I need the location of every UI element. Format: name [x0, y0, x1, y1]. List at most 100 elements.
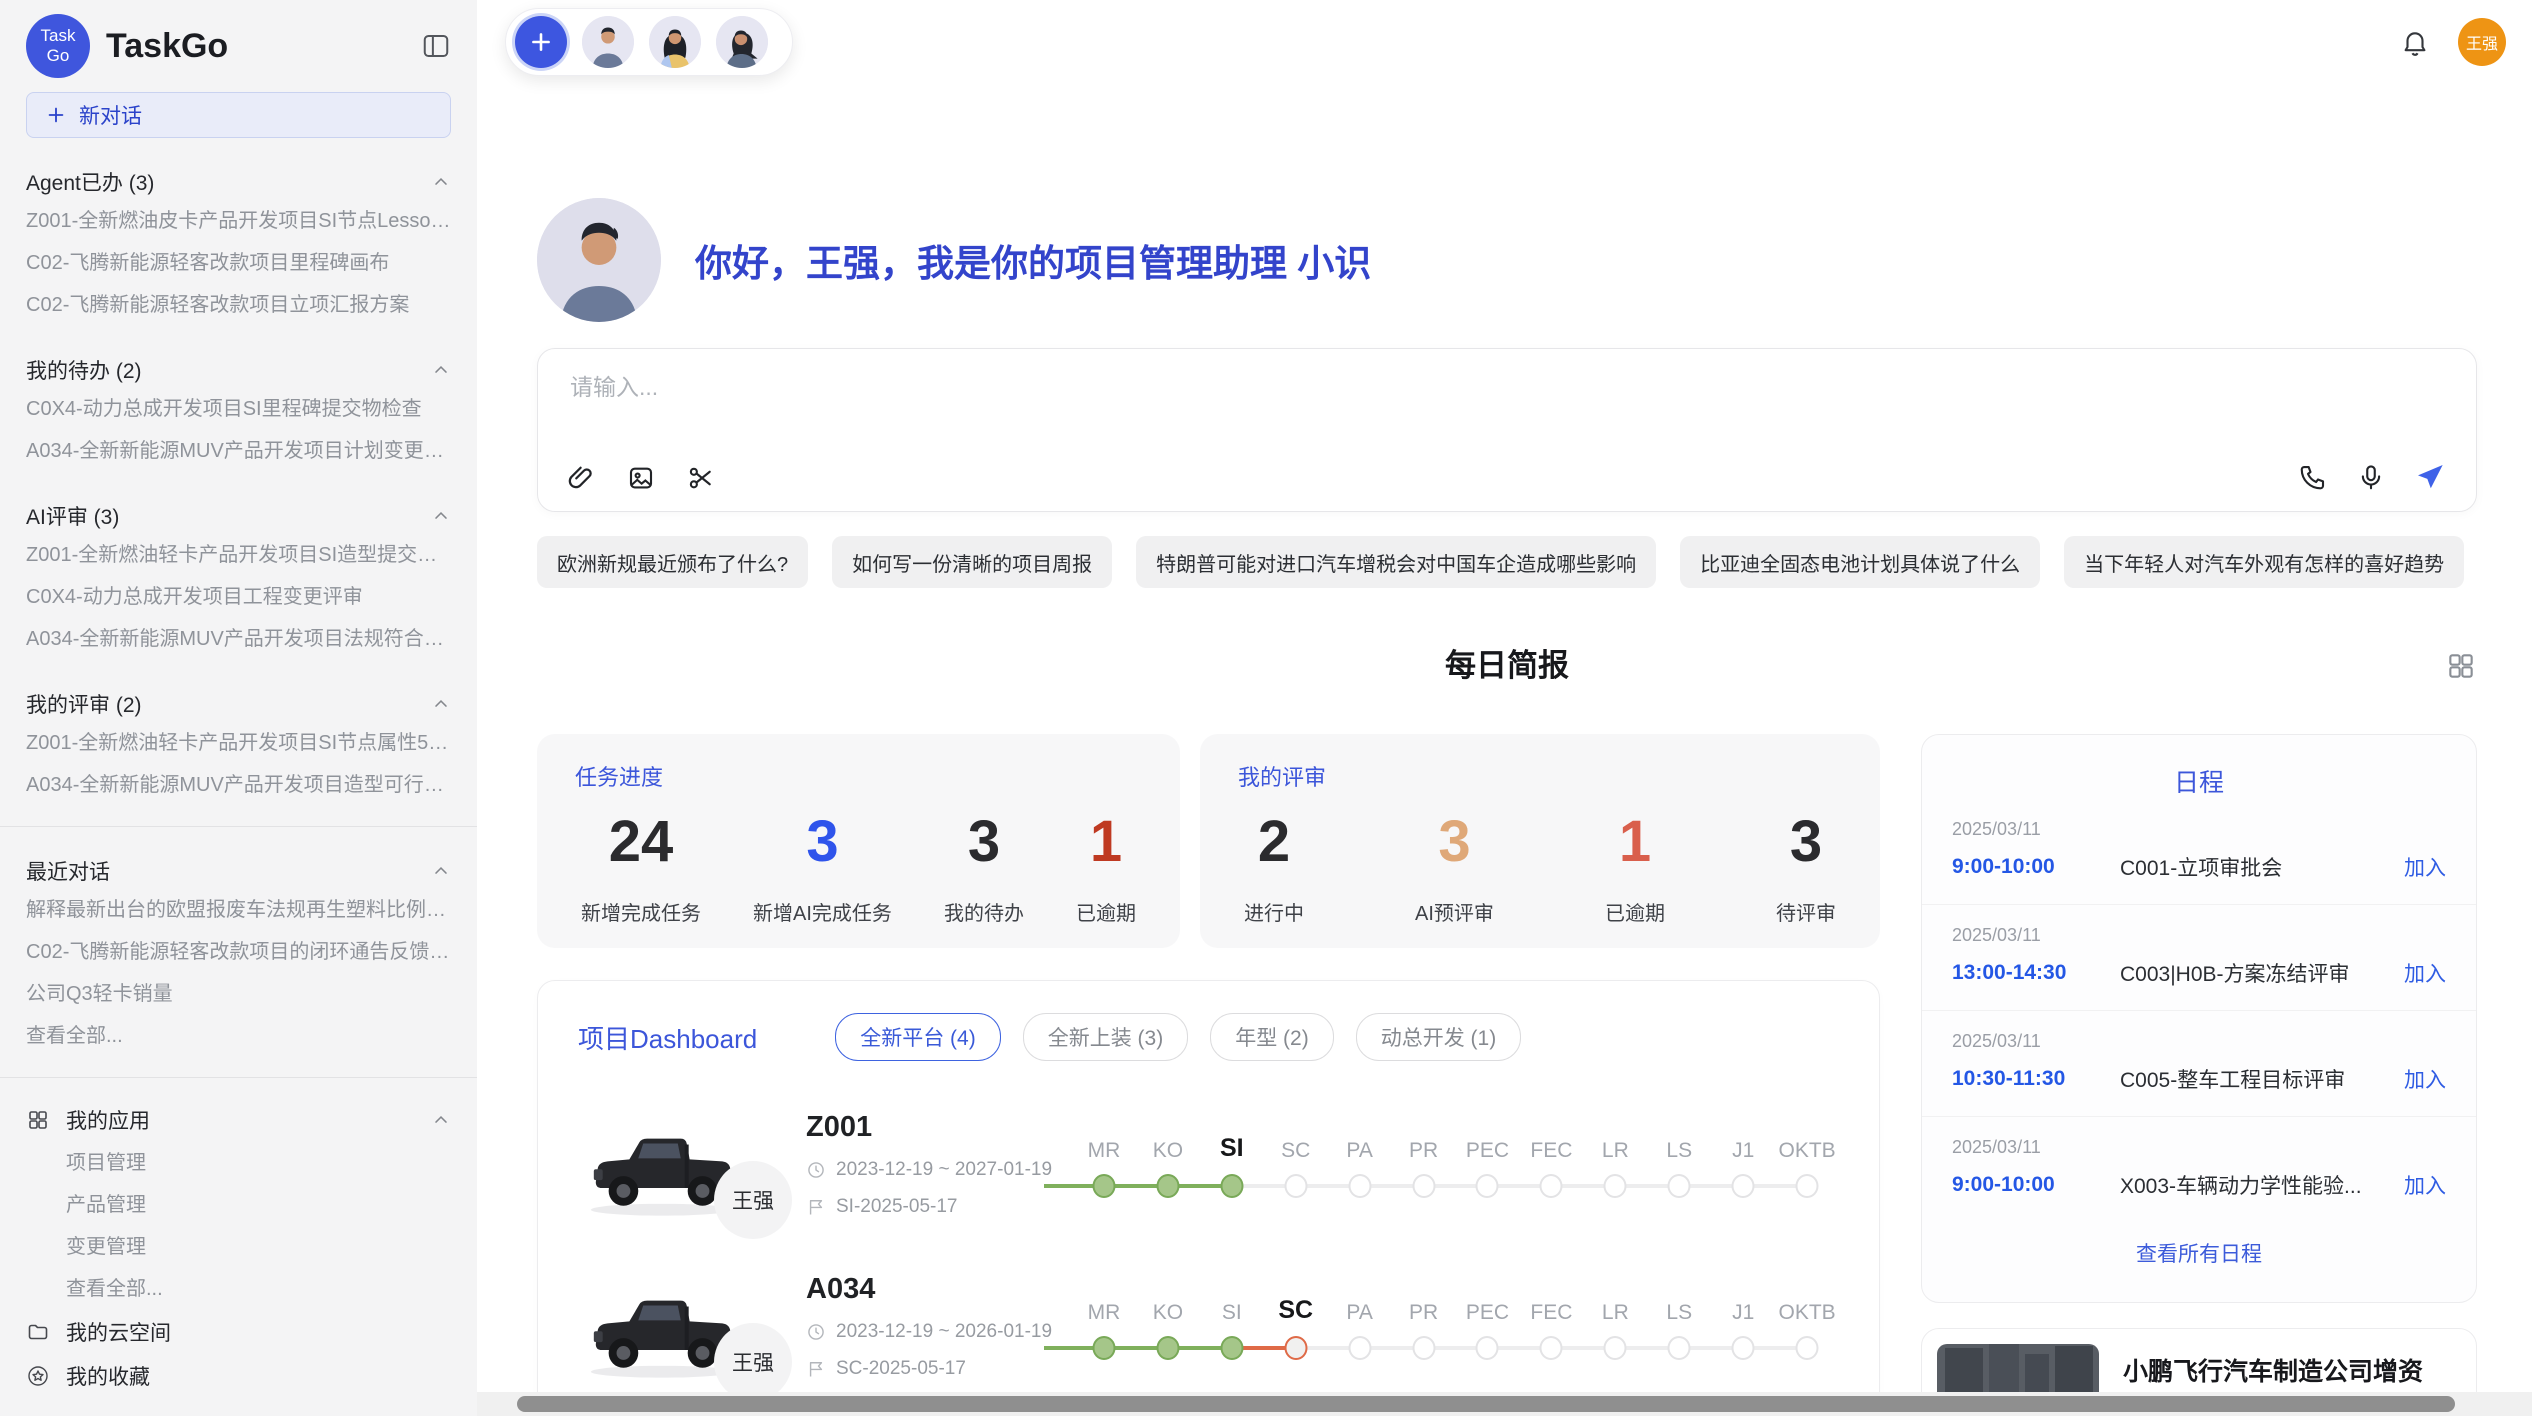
- milestone-step[interactable]: PA: [1328, 1287, 1392, 1365]
- notification-bell-icon[interactable]: [2400, 27, 2430, 57]
- image-upload-icon[interactable]: [626, 463, 656, 493]
- member-avatar-1[interactable]: [582, 16, 634, 68]
- milestone-label: PEC: [1466, 1287, 1509, 1325]
- sidebar-item[interactable]: Z001-全新燃油轻卡产品开发项目SI造型提交物评审: [26, 534, 451, 576]
- recent-chats-title: 最近对话: [26, 856, 110, 886]
- milestone-step[interactable]: J1: [1711, 1287, 1775, 1365]
- sidebar-item[interactable]: Z001-全新燃油轻卡产品开发项目SI节点属性5D文件评审: [26, 722, 451, 764]
- sidebar-item[interactable]: C02-飞腾新能源轻客改款项目立项汇报方案: [26, 284, 451, 326]
- dashboard-filter-chip[interactable]: 动总开发 (1): [1356, 1013, 1522, 1061]
- milestone-step[interactable]: KO: [1136, 1287, 1200, 1365]
- milestone-step[interactable]: PR: [1392, 1125, 1456, 1203]
- sidebar-item-folder[interactable]: 我的云空间: [26, 1310, 451, 1354]
- new-chat-button[interactable]: 新对话: [26, 92, 451, 138]
- sidebar-item[interactable]: A034-全新新能源MUV产品开发项目计划变更表编写: [26, 430, 451, 472]
- schedule-item: 2025/03/1113:00-14:30C003|H0B-方案冻结评审加入: [1922, 905, 2476, 1011]
- milestone-dot: [1156, 1336, 1179, 1360]
- app-sub-item[interactable]: 变更管理: [26, 1226, 451, 1268]
- team-avatar-pill: [505, 8, 793, 76]
- suggestion-chip[interactable]: 欧洲新规最近颁布了什么?: [537, 536, 808, 588]
- milestone-step[interactable]: SI: [1200, 1287, 1264, 1365]
- sidebar-section-header[interactable]: AI评审 (3): [26, 498, 451, 534]
- milestone-step[interactable]: OKTB: [1775, 1125, 1839, 1203]
- chevron-up-icon[interactable]: [431, 172, 451, 192]
- milestone-step[interactable]: SC: [1264, 1287, 1328, 1365]
- milestone-step[interactable]: LS: [1647, 1287, 1711, 1365]
- member-avatar-2[interactable]: [649, 16, 701, 68]
- chevron-up-icon[interactable]: [431, 506, 451, 526]
- dashboard-filter-chip[interactable]: 年型 (2): [1210, 1013, 1334, 1061]
- app-sub-item[interactable]: 项目管理: [26, 1142, 451, 1184]
- milestone-step[interactable]: SC: [1264, 1125, 1328, 1203]
- milestone-step[interactable]: SI: [1200, 1125, 1264, 1203]
- scrollbar-thumb[interactable]: [517, 1396, 2455, 1412]
- layout-grid-icon[interactable]: [2445, 650, 2477, 682]
- milestone-step[interactable]: PA: [1328, 1125, 1392, 1203]
- sidebar-section-header[interactable]: 我的待办 (2): [26, 352, 451, 388]
- milestone-step[interactable]: LS: [1647, 1125, 1711, 1203]
- milestone-step[interactable]: J1: [1711, 1125, 1775, 1203]
- suggestion-chip[interactable]: 当下年轻人对汽车外观有怎样的喜好趋势: [2064, 536, 2464, 588]
- microphone-icon[interactable]: [2356, 462, 2386, 492]
- dashboard-filter-chip[interactable]: 全新平台 (4): [835, 1013, 1001, 1061]
- recent-chats-header[interactable]: 最近对话: [26, 853, 451, 889]
- chevron-up-icon[interactable]: [431, 861, 451, 881]
- project-code[interactable]: A034: [806, 1273, 1056, 1306]
- project-owner-badge[interactable]: 王强: [714, 1161, 792, 1239]
- join-meeting-link[interactable]: 加入: [2404, 1170, 2446, 1200]
- view-all-schedule-link[interactable]: 查看所有日程: [1922, 1222, 2476, 1284]
- sidebar-item[interactable]: A034-全新新能源MUV产品开发项目造型可行性评审: [26, 764, 451, 806]
- suggestion-chip[interactable]: 如何写一份清晰的项目周报: [832, 536, 1112, 588]
- milestone-step[interactable]: LR: [1583, 1125, 1647, 1203]
- recent-chat-item[interactable]: 解释最新出台的欧盟报废车法规再生塑料比例被调至15%...: [26, 889, 451, 931]
- milestone-step[interactable]: FEC: [1519, 1125, 1583, 1203]
- phone-call-icon[interactable]: [2298, 462, 2328, 492]
- milestone-step[interactable]: PEC: [1456, 1287, 1520, 1365]
- milestone-dot: [1092, 1174, 1115, 1198]
- chevron-up-icon[interactable]: [431, 1110, 451, 1130]
- view-all-chats-link[interactable]: 查看全部...: [26, 1015, 451, 1057]
- sidebar-item[interactable]: C02-飞腾新能源轻客改款项目里程碑画布: [26, 242, 451, 284]
- sidebar-item-star[interactable]: 我的收藏: [26, 1354, 451, 1398]
- milestone-dot-row: [1775, 1331, 1839, 1365]
- milestone-step[interactable]: PR: [1392, 1287, 1456, 1365]
- milestone-step[interactable]: MR: [1072, 1125, 1136, 1203]
- sidebar-item[interactable]: C0X4-动力总成开发项目工程变更评审: [26, 576, 451, 618]
- chat-input[interactable]: [568, 373, 2074, 402]
- milestone-step[interactable]: MR: [1072, 1287, 1136, 1365]
- suggestion-chip[interactable]: 比亚迪全固态电池计划具体说了什么: [1680, 536, 2040, 588]
- recent-chat-item[interactable]: 公司Q3轻卡销量: [26, 973, 451, 1015]
- sidebar-item[interactable]: Z001-全新燃油皮卡产品开发项目SI节点Lesson Learn报告: [26, 200, 451, 242]
- add-member-button[interactable]: [515, 16, 567, 68]
- horizontal-scrollbar[interactable]: [477, 1392, 2532, 1416]
- app-sub-item[interactable]: 查看全部...: [26, 1268, 451, 1310]
- project-owner-badge[interactable]: 王强: [714, 1323, 792, 1401]
- user-avatar[interactable]: 王强: [2458, 18, 2506, 66]
- recent-chat-item[interactable]: C02-飞腾新能源轻客改款项目的闭环通告反馈情况: [26, 931, 451, 973]
- milestone-step[interactable]: FEC: [1519, 1287, 1583, 1365]
- sidebar-section-header[interactable]: 我的评审 (2): [26, 686, 451, 722]
- project-code[interactable]: Z001: [806, 1111, 1056, 1144]
- member-avatar-3[interactable]: [716, 16, 768, 68]
- join-meeting-link[interactable]: 加入: [2404, 852, 2446, 882]
- join-meeting-link[interactable]: 加入: [2404, 1064, 2446, 1094]
- milestone-step[interactable]: OKTB: [1775, 1287, 1839, 1365]
- flag-icon: [806, 1197, 826, 1217]
- dashboard-filter-chip[interactable]: 全新上装 (3): [1023, 1013, 1189, 1061]
- send-icon[interactable]: [2414, 461, 2446, 493]
- sidebar-item-my-apps[interactable]: 我的应用: [26, 1098, 451, 1142]
- sidebar-item[interactable]: A034-全新新能源MUV产品开发项目法规符合性评审: [26, 618, 451, 660]
- collapse-sidebar-icon[interactable]: [421, 31, 451, 61]
- sidebar-item[interactable]: C0X4-动力总成开发项目SI里程碑提交物检查: [26, 388, 451, 430]
- sidebar-section-header[interactable]: Agent已办 (3): [26, 164, 451, 200]
- chevron-up-icon[interactable]: [431, 360, 451, 380]
- milestone-step[interactable]: KO: [1136, 1125, 1200, 1203]
- join-meeting-link[interactable]: 加入: [2404, 958, 2446, 988]
- scissors-icon[interactable]: [686, 463, 716, 493]
- app-sub-item[interactable]: 产品管理: [26, 1184, 451, 1226]
- milestone-step[interactable]: LR: [1583, 1287, 1647, 1365]
- chevron-up-icon[interactable]: [431, 694, 451, 714]
- milestone-step[interactable]: PEC: [1456, 1125, 1520, 1203]
- suggestion-chip[interactable]: 特朗普可能对进口汽车增税会对中国车企造成哪些影响: [1136, 536, 1656, 588]
- attachment-icon[interactable]: [566, 463, 596, 493]
